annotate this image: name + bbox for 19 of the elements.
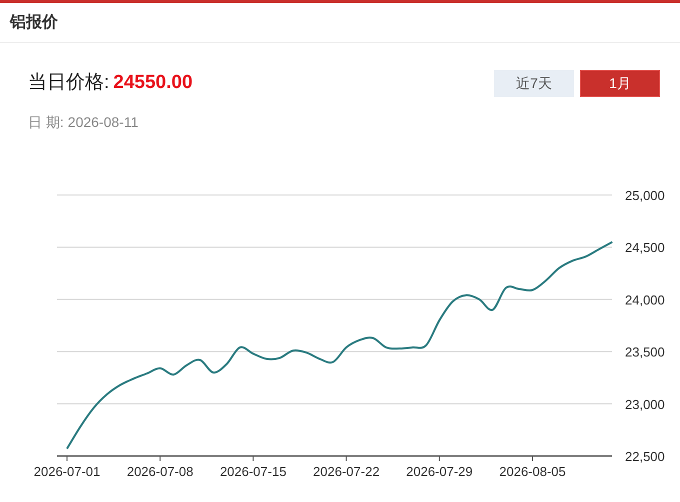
x-axis-label: 2026-07-15	[220, 464, 286, 478]
date-label: 日 期:	[28, 112, 64, 132]
x-axis-label: 2026-07-08	[126, 464, 194, 478]
y-axis-label: 23,500	[625, 344, 665, 360]
range-tab[interactable]: 近7天	[494, 70, 574, 97]
price-label: 当日价格:	[28, 71, 110, 95]
price-value: 24550.00	[113, 71, 193, 95]
x-axis-label: 2026-08-05	[499, 464, 566, 478]
date-value: 2026-08-11	[68, 112, 138, 132]
y-axis-label: 23,000	[625, 396, 665, 412]
y-axis-label: 24,500	[625, 240, 665, 255]
x-axis-label: 2026-07-01	[34, 464, 100, 478]
panel-title: 铝报价	[10, 12, 58, 32]
x-axis-label: 2026-07-29	[406, 464, 473, 478]
y-axis-label: 25,000	[625, 188, 665, 202]
y-axis-label: 24,000	[625, 292, 665, 307]
range-tab[interactable]: 1月	[580, 70, 660, 97]
y-axis-label: 22,500	[625, 448, 665, 464]
x-axis-label: 2026-07-22	[313, 464, 380, 478]
